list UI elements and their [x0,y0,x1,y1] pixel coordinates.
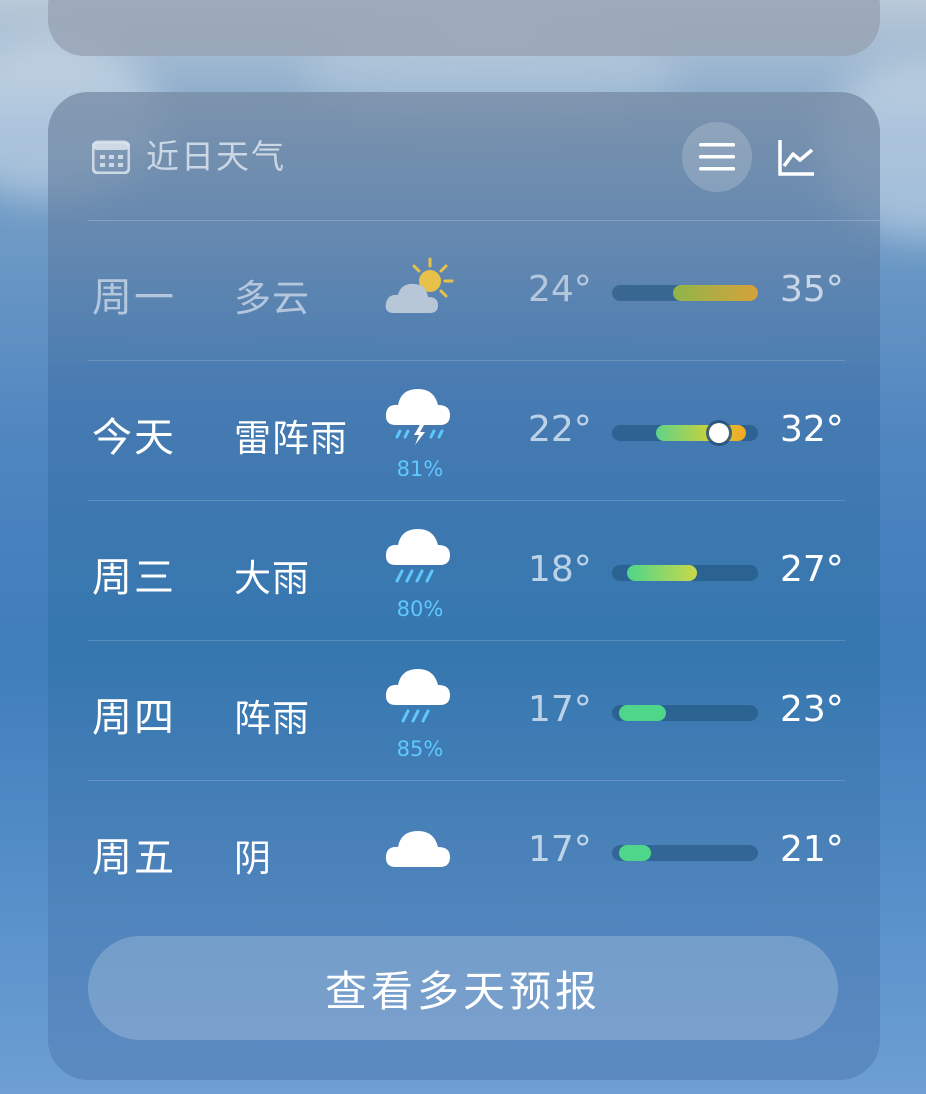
precipitation-chance: 85% [396,737,444,761]
condition-label: 雷阵雨 [234,417,348,460]
temp-range-fill [619,845,652,861]
card-header: 近日天气 [48,92,880,220]
temp-range-fill [619,705,667,721]
condition-label: 大雨 [234,557,310,600]
thunderstorm-icon [384,385,454,449]
cloud-icon [384,817,454,881]
heavy-rain-icon [384,525,454,589]
list-icon [699,143,735,171]
high-temp: 35° [780,269,844,310]
precipitation-chance: 81% [396,457,444,481]
day-label: 周四 [92,695,176,741]
day-label: 今天 [92,415,176,461]
low-temp: 24° [528,269,592,310]
high-temp: 23° [780,689,844,730]
day-label: 周一 [92,275,176,321]
high-temp: 27° [780,549,844,590]
low-temp: 18° [528,549,592,590]
forecast-row[interactable]: 周一 多云 24° 35° [88,221,845,361]
list-view-button[interactable] [682,122,752,192]
precipitation-chance: 80% [396,597,444,621]
calendar-icon [92,140,130,174]
temp-range-bar [612,705,758,721]
high-temp: 32° [780,409,844,450]
forecast-row[interactable]: 周五 阴 17° 21° [88,781,845,921]
condition-label: 多云 [234,277,310,320]
forecast-row[interactable]: 周四 阵雨 85% 17° 23° [88,641,845,781]
card-title: 近日天气 [146,137,286,176]
temp-range-bar [612,423,758,443]
temp-range-bar [612,565,758,581]
low-temp: 17° [528,829,592,870]
temp-range-fill [673,285,758,301]
low-temp: 22° [528,409,592,450]
forecast-row[interactable]: 今天 雷阵雨 81% 22° 32° [88,361,845,501]
forecast-row[interactable]: 周三 大雨 80% 18° 27° [88,501,845,641]
recent-weather-card: 近日天气 周一 多云 24° 35° 今天 雷阵雨 81% 22° 32° 周三… [48,92,880,1080]
condition-label: 阴 [234,837,272,880]
condition-label: 阵雨 [234,697,310,740]
shower-icon [384,665,454,729]
temp-range-bar [612,285,758,301]
low-temp: 17° [528,689,592,730]
line-chart-icon[interactable] [774,136,818,180]
day-label: 周五 [92,835,176,881]
temp-range-fill [626,565,697,581]
day-label: 周三 [92,555,176,601]
temp-range-bar [612,845,758,861]
partly-sunny-icon [384,257,454,321]
multi-day-forecast-button[interactable]: 查看多天预报 [88,936,838,1040]
previous-card [48,0,880,56]
current-temp-marker [708,423,729,443]
temp-range-fill [655,425,747,441]
high-temp: 21° [780,829,844,870]
